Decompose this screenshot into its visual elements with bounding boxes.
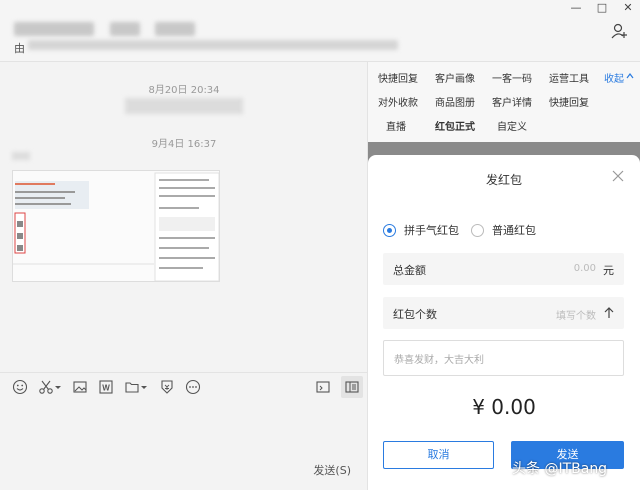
- contact-tag-blurred: [155, 22, 195, 36]
- message-blurred: [125, 98, 243, 114]
- tool-panel: 快捷回复 客户画像 一客一码 运营工具 收起 对外收款 商品图册 客户详情 快捷…: [368, 62, 640, 142]
- close-icon[interactable]: [612, 170, 624, 182]
- cancel-button[interactable]: 取消: [383, 441, 494, 469]
- screenshot-thumbnail: [13, 171, 219, 281]
- close-icon[interactable]: ✕: [622, 2, 634, 14]
- message-input[interactable]: 发送(S): [0, 400, 368, 490]
- tools-collapse-link[interactable]: 收起: [604, 70, 624, 85]
- packet-count-field[interactable]: 红包个数 填写个数: [383, 297, 624, 329]
- tool-quick-reply[interactable]: 快捷回复: [378, 70, 418, 85]
- sidebar-toggle-icon[interactable]: [344, 379, 360, 395]
- chevron-down-icon[interactable]: [140, 379, 148, 395]
- contact-tag-blurred: [110, 22, 140, 36]
- tool-customer-code[interactable]: 一客一码: [492, 70, 532, 85]
- image-icon[interactable]: [72, 379, 88, 395]
- tool-customer-profile[interactable]: 客户画像: [435, 70, 475, 85]
- tool-external-payment[interactable]: 对外收款: [378, 94, 418, 109]
- greeting-input[interactable]: 恭喜发财，大吉大利: [383, 340, 624, 376]
- message-timestamp: 9月4日 16:37: [151, 139, 217, 150]
- more-icon[interactable]: [185, 379, 201, 395]
- chat-history-icon[interactable]: [315, 379, 331, 395]
- folder-icon[interactable]: [124, 379, 140, 395]
- red-packet-icon[interactable]: [159, 379, 175, 395]
- packet-count-input[interactable]: 填写个数: [556, 307, 596, 322]
- maximize-icon[interactable]: □: [596, 2, 608, 14]
- message-timestamp: 8月20日 20:34: [148, 85, 220, 96]
- tool-product-album[interactable]: 商品图册: [435, 94, 475, 109]
- header-prefix: 由: [14, 42, 25, 55]
- tool-red-packet[interactable]: 红包正式: [435, 118, 475, 133]
- arrow-up-icon[interactable]: [604, 307, 614, 319]
- radio-unchecked-icon: [471, 223, 484, 237]
- total-amount-label: 总金额: [393, 264, 426, 277]
- minimize-icon[interactable]: —: [570, 2, 582, 14]
- radio-checked-icon: [383, 223, 396, 237]
- image-message[interactable]: [12, 170, 220, 282]
- packet-count-label: 红包个数: [393, 308, 437, 321]
- window-controls: — □ ✕: [570, 2, 634, 14]
- tool-quick-reply-2[interactable]: 快捷回复: [549, 94, 589, 109]
- send-button[interactable]: 发送(S): [313, 462, 351, 478]
- add-member-icon[interactable]: [610, 22, 628, 40]
- tool-custom[interactable]: 自定义: [497, 118, 527, 133]
- radio-lucky-label: 拼手气红包: [404, 224, 459, 237]
- message-list[interactable]: 8月20日 20:34 9月4日 16:37: [0, 62, 368, 372]
- total-amount-input[interactable]: 0.00: [574, 263, 596, 274]
- radio-normal-label: 普通红包: [492, 224, 536, 237]
- tool-live[interactable]: 直播: [386, 118, 406, 133]
- svg-text:W: W: [102, 384, 110, 393]
- emoji-icon[interactable]: [12, 379, 28, 395]
- watermark: 头条 @ITBang: [512, 461, 608, 477]
- chevron-up-icon[interactable]: [626, 72, 634, 80]
- screenshot-icon[interactable]: [38, 379, 54, 395]
- group-info-blurred: [28, 40, 398, 50]
- red-packet-dialog: 发红包 拼手气红包 普通红包 总金额 0.00 元 红包个数 填写个数 恭喜发财…: [368, 155, 640, 490]
- total-amount-field[interactable]: 总金额 0.00 元: [383, 253, 624, 285]
- radio-normal-packet[interactable]: 普通红包: [471, 222, 536, 238]
- amount-display: ¥ 0.00: [472, 395, 536, 419]
- word-doc-icon[interactable]: W: [98, 379, 114, 395]
- currency-unit: 元: [603, 264, 614, 277]
- dialog-title: 发红包: [485, 173, 522, 187]
- contact-name-blurred: [14, 22, 94, 36]
- chevron-down-icon[interactable]: [54, 379, 62, 395]
- tool-operations[interactable]: 运营工具: [549, 70, 589, 85]
- tool-customer-detail[interactable]: 客户详情: [492, 94, 532, 109]
- radio-lucky-packet[interactable]: 拼手气红包: [383, 222, 459, 238]
- input-toolbar: W: [0, 372, 368, 400]
- sender-name-blurred: [12, 152, 30, 160]
- chat-header: 由 — □ ✕: [0, 0, 640, 62]
